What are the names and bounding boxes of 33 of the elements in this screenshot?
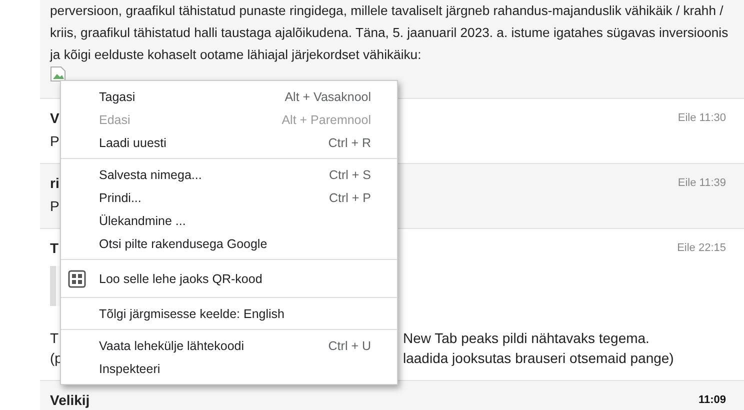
menu-item[interactable]: Tagasi Alt + Vasaknool (61, 85, 397, 108)
text-line: kriis, graafikul tähistatud halli taustaga ajalõikudena. Täna, 5. jaanuaril 2023. a. istume igatahes sügavas inversioonis (50, 24, 728, 42)
post-text: P (50, 198, 60, 214)
author-name: T (50, 240, 59, 256)
menu-item[interactable]: Tõlgi järgmisesse keelde: English (61, 302, 397, 325)
post-text: T (50, 330, 59, 346)
menu-item[interactable]: Salvesta nimega... Ctrl + S (61, 163, 397, 186)
shortcut-text: Ctrl + R (328, 136, 371, 150)
post-text: New Tab peaks pildi nähtavaks tegema. (403, 329, 650, 348)
shortcut-text: Alt + Vasaknool (284, 90, 371, 104)
menu-item[interactable]: Laadi uuesti Ctrl + R (61, 131, 397, 154)
post-text: laadida jooksutas brauseri otsemaid pange) (403, 349, 674, 368)
shortcut-text: Ctrl + U (328, 338, 371, 352)
text-line: perversioon, graafikul tähistatud punaste ringidega, millele tavaliselt järgneb rahandus-majanduslik vähikäik / krahh / (50, 2, 724, 20)
shortcut-text: Ctrl + P (328, 190, 371, 204)
author-name: Velikij (50, 392, 90, 408)
post-time: Eile 11:39 (678, 177, 726, 189)
post-time: Eile 22:15 (677, 242, 726, 254)
menu-item[interactable]: Prindi... Ctrl + P (61, 186, 397, 209)
post-time: Eile 11:30 (678, 112, 726, 124)
menu-item[interactable]: Ülekandmine ... (61, 209, 397, 232)
menu-item[interactable]: Otsi pilte rakendusega Google (61, 232, 397, 255)
qr-code-icon (67, 268, 87, 288)
menu-item[interactable]: Vaata lehekülje lähtekoodi Ctrl + U (61, 334, 397, 357)
menu-item[interactable]: Inspekteeri (61, 357, 397, 380)
author-name: ri (50, 175, 60, 191)
author-name: V (50, 110, 60, 126)
shortcut-text: Ctrl + S (328, 168, 371, 182)
post-time: 11:09 (698, 394, 726, 406)
post-text: P (50, 133, 60, 149)
text-line: ja kõigi eelduste kohaselt ootame lähiajal järjekordset vähikäiku: (50, 46, 422, 64)
menu-item[interactable]: Loo selle lehe jaoks QR-kood (61, 264, 397, 293)
shortcut-text: Alt + Paremnool (282, 112, 371, 126)
